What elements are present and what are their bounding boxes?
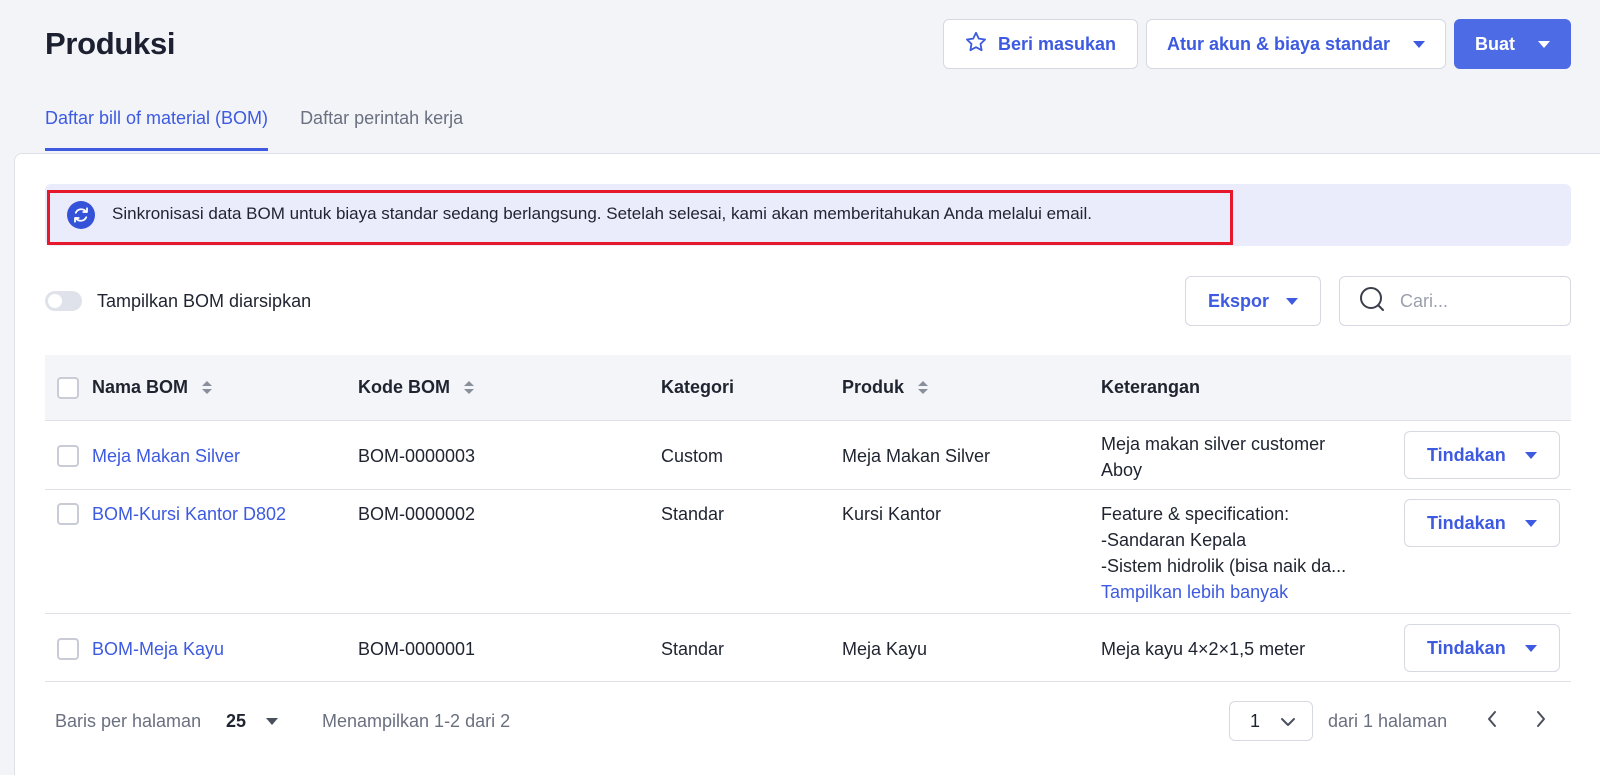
- table-row: Meja Makan Silver BOM-0000003 Custom Mej…: [45, 422, 1571, 490]
- bom-product: Kursi Kantor: [842, 504, 942, 524]
- export-button-label: Ekspor: [1208, 290, 1270, 311]
- search-box: [1339, 276, 1571, 326]
- column-bom-code-label: Kode BOM: [358, 377, 450, 397]
- tab-work-orders[interactable]: Daftar perintah kerja: [300, 108, 463, 151]
- bom-product: Meja Makan Silver: [842, 446, 991, 466]
- column-notes: Keterangan: [1101, 377, 1200, 398]
- notes-line: Meja kayu 4×2×1,5 meter: [1101, 639, 1306, 659]
- bom-category: Standar: [661, 639, 725, 659]
- prev-page-button[interactable]: [1480, 709, 1504, 733]
- showing-count: Menampilkan 1-2 dari 2: [322, 711, 511, 731]
- archived-toggle[interactable]: [45, 291, 82, 311]
- current-page-value: 1: [1250, 710, 1261, 731]
- sync-banner-text: Sinkronisasi data BOM untuk biaya standa…: [112, 204, 1092, 223]
- show-more-link[interactable]: Tampilkan lebih banyak: [1101, 579, 1346, 605]
- notes-line: Meja makan silver customer: [1101, 434, 1326, 454]
- bom-name-link[interactable]: BOM-Kursi Kantor D802: [92, 501, 286, 527]
- row-checkbox[interactable]: [57, 503, 79, 525]
- chevron-down-icon: [1280, 711, 1296, 732]
- select-all-checkbox[interactable]: [57, 377, 79, 399]
- sync-icon: [67, 201, 95, 229]
- rows-per-page-select[interactable]: 25: [226, 711, 279, 732]
- notes-line: -Sistem hidrolik (bisa naik da...: [1101, 556, 1347, 576]
- chevron-right-icon: [1535, 710, 1547, 733]
- account-settings-button[interactable]: Atur akun & biaya standar: [1146, 19, 1446, 69]
- page-number-select[interactable]: 1: [1229, 701, 1313, 741]
- bom-notes: Meja makan silver customer Aboy: [1101, 431, 1325, 483]
- create-button-label: Buat: [1475, 33, 1515, 54]
- feedback-button[interactable]: Beri masukan: [943, 19, 1138, 69]
- total-pages: dari 1 halaman: [1328, 711, 1448, 731]
- caret-down-icon: [1525, 644, 1537, 652]
- bom-product: Meja Kayu: [842, 639, 928, 659]
- column-bom-code[interactable]: Kode BOM: [358, 377, 474, 398]
- export-button[interactable]: Ekspor: [1185, 276, 1321, 326]
- table-row: BOM-Kursi Kantor D802 BOM-0000002 Standa…: [45, 490, 1571, 614]
- column-notes-label: Keterangan: [1101, 377, 1201, 397]
- archived-toggle-label: Tampilkan BOM diarsipkan: [97, 291, 312, 311]
- feedback-button-label: Beri masukan: [998, 33, 1117, 54]
- tab-bar: Daftar bill of material (BOM) Daftar per…: [45, 108, 463, 151]
- page-title: Produksi: [45, 26, 176, 61]
- bom-name-link[interactable]: BOM-Meja Kayu: [92, 636, 224, 662]
- rows-per-page-value: 25: [226, 711, 247, 731]
- rows-per-page-label: Baris per halaman: [55, 711, 202, 731]
- caret-down-icon: [1286, 297, 1298, 305]
- column-bom-name[interactable]: Nama BOM: [92, 377, 213, 398]
- chevron-left-icon: [1486, 710, 1498, 733]
- row-checkbox[interactable]: [57, 445, 79, 467]
- actions-button-label: Tindakan: [1427, 444, 1506, 465]
- search-input[interactable]: [1400, 290, 1550, 312]
- bom-notes: Feature & specification: -Sandaran Kepal…: [1101, 501, 1346, 605]
- column-category-label: Kategori: [661, 377, 735, 397]
- notes-line: -Sandaran Kepala: [1101, 530, 1247, 550]
- create-button[interactable]: Buat: [1454, 19, 1571, 69]
- sort-icon: [464, 381, 474, 394]
- star-icon: [964, 30, 988, 59]
- column-product-label: Produk: [842, 377, 905, 397]
- caret-down-icon: [1525, 451, 1537, 459]
- search-icon: [1358, 285, 1386, 318]
- sort-icon: [918, 381, 929, 394]
- table-header: Nama BOM Kode BOM Kategori Produk Ketera…: [45, 355, 1571, 421]
- row-checkbox[interactable]: [57, 638, 79, 660]
- sort-icon: [202, 381, 213, 394]
- column-bom-name-label: Nama BOM: [92, 377, 189, 397]
- bom-category: Standar: [661, 504, 725, 524]
- caret-down-icon: [1538, 40, 1550, 48]
- actions-button-label: Tindakan: [1427, 637, 1506, 658]
- bom-name-link[interactable]: Meja Makan Silver: [92, 443, 240, 469]
- caret-down-icon: [1413, 40, 1425, 48]
- caret-down-icon: [266, 718, 279, 725]
- bom-code: BOM-0000003: [358, 446, 476, 466]
- bom-code: BOM-0000001: [358, 639, 476, 659]
- actions-button[interactable]: Tindakan: [1404, 431, 1560, 479]
- tab-bom-list[interactable]: Daftar bill of material (BOM): [45, 108, 269, 151]
- notes-line: Feature & specification:: [1101, 504, 1290, 524]
- actions-button[interactable]: Tindakan: [1404, 499, 1560, 547]
- column-category: Kategori: [661, 377, 734, 398]
- column-product[interactable]: Produk: [842, 377, 929, 398]
- bom-category: Custom: [661, 446, 724, 466]
- account-settings-label: Atur akun & biaya standar: [1167, 33, 1391, 54]
- bom-code: BOM-0000002: [358, 504, 476, 524]
- notes-line: Aboy: [1101, 460, 1143, 480]
- actions-button-label: Tindakan: [1427, 512, 1506, 533]
- next-page-button[interactable]: [1529, 709, 1553, 733]
- caret-down-icon: [1525, 519, 1537, 527]
- table-row: BOM-Meja Kayu BOM-0000001 Standar Meja K…: [45, 614, 1571, 682]
- actions-button[interactable]: Tindakan: [1404, 624, 1560, 672]
- bom-notes: Meja kayu 4×2×1,5 meter: [1101, 636, 1305, 662]
